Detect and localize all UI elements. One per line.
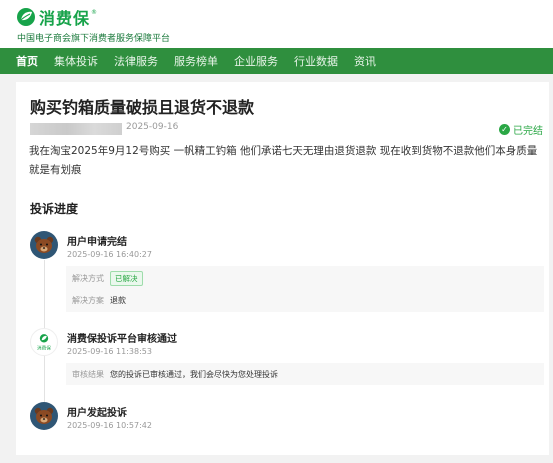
complaint-description: 我在淘宝2025年9月12号购买 一帆精工钓箱 他们承诺七天无理由退货退款 现在… xyxy=(29,145,538,176)
nav-news[interactable]: 资讯 xyxy=(354,53,376,69)
status-badge: ✓ 已完结 xyxy=(499,122,543,137)
xiaofeibao-logo-icon: 消费保 xyxy=(30,328,58,356)
detail-value: 您的投诉已审核通过，我们会尽快为您处理投诉 xyxy=(110,370,278,379)
detail-label: 审核结果 xyxy=(72,370,104,379)
nav-industry-data[interactable]: 行业数据 xyxy=(294,53,338,69)
xiaofeibao-logo-text: 消费保 xyxy=(37,344,51,351)
site-logo[interactable]: 消费保 ® xyxy=(16,6,97,28)
step-title: 消费保投诉平台审核通过 xyxy=(67,334,177,345)
leaf-logo-icon xyxy=(17,8,35,26)
check-circle-icon: ✓ xyxy=(499,124,510,135)
resolved-badge: 已解决 xyxy=(110,271,143,286)
step-detail-box: 审核结果 您的投诉已审核通过，我们会尽快为您处理投诉 xyxy=(66,363,544,385)
nav-enterprise-service[interactable]: 企业服务 xyxy=(234,53,278,69)
status-label: 已完结 xyxy=(513,126,543,137)
step-time: 2025-09-16 16:40:27 xyxy=(67,250,152,259)
registered-mark: ® xyxy=(91,8,98,16)
detail-label: 解决方式 xyxy=(72,274,104,283)
site-header: 消费保 ® 中国电子商会旗下消费者服务保障平台 xyxy=(0,0,553,48)
nav-group-complaint[interactable]: 集体投诉 xyxy=(54,53,98,69)
brand-name: 消费保 xyxy=(39,9,91,28)
detail-row: 审核结果 您的投诉已审核通过，我们会尽快为您处理投诉 xyxy=(72,369,278,380)
step-detail-box: 解决方式 已解决 解决方案 退款 xyxy=(66,266,544,312)
detail-value: 退款 xyxy=(110,296,126,305)
blurred-username xyxy=(30,123,122,135)
step-time: 2025-09-16 11:38:53 xyxy=(67,347,152,356)
detail-row: 解决方案 退款 xyxy=(72,295,126,306)
nav-service-ranking[interactable]: 服务榜单 xyxy=(174,53,218,69)
brand-slogan: 中国电子商会旗下消费者服务保障平台 xyxy=(17,34,171,44)
nav-legal-service[interactable]: 法律服务 xyxy=(114,53,158,69)
bear-avatar-icon xyxy=(30,231,58,259)
step-title: 用户申请完结 xyxy=(67,237,127,248)
progress-heading: 投诉进度 xyxy=(30,202,79,216)
complaint-card: 购买钓箱质量破损且退货不退款 2025-09-16 ✓ 已完结 我在淘宝2025… xyxy=(16,82,549,455)
complaint-date: 2025-09-16 xyxy=(126,122,179,132)
step-title: 用户发起投诉 xyxy=(67,408,127,419)
nav-home[interactable]: 首页 xyxy=(16,53,38,69)
bear-avatar-icon xyxy=(30,402,58,430)
complaint-title: 购买钓箱质量破损且退货不退款 xyxy=(30,98,255,117)
detail-label: 解决方案 xyxy=(72,296,104,305)
step-time: 2025-09-16 10:57:42 xyxy=(67,421,152,430)
detail-row: 解决方式 已解决 xyxy=(72,271,143,286)
main-nav: 首页 集体投诉 法律服务 服务榜单 企业服务 行业数据 资讯 xyxy=(0,48,553,74)
